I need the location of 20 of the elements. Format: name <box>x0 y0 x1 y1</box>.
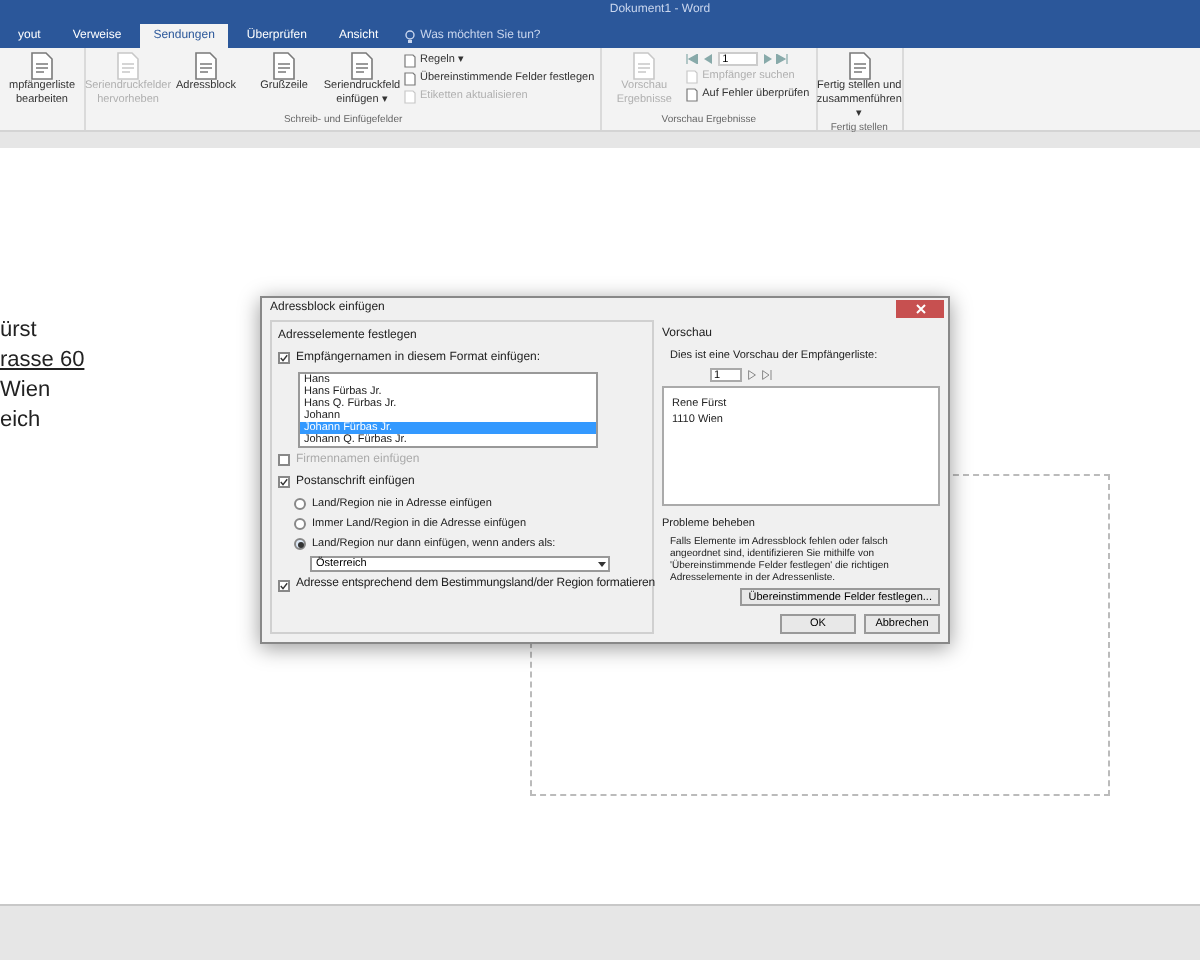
lightbulb-icon <box>404 29 417 43</box>
document-text: eich <box>0 406 43 436</box>
next-record-icon[interactable] <box>764 54 773 64</box>
last-record-icon[interactable] <box>776 54 789 64</box>
radio-button[interactable] <box>294 538 306 551</box>
document-text: Wien <box>0 376 53 406</box>
radio-button[interactable] <box>294 497 306 510</box>
close-icon <box>915 303 925 314</box>
last-record-icon[interactable] <box>762 369 772 380</box>
document-text: ürst <box>0 316 39 346</box>
checkmark-icon <box>280 354 288 362</box>
first-record-icon[interactable] <box>686 54 699 64</box>
document-text: rasse 60 <box>0 346 85 376</box>
radio-button[interactable] <box>294 517 306 530</box>
previous-record-icon[interactable] <box>704 54 713 64</box>
close-button[interactable] <box>896 299 944 318</box>
checkmark-icon <box>280 581 288 590</box>
checkmark-icon <box>280 478 288 486</box>
next-record-icon[interactable] <box>748 369 756 380</box>
dropdown-arrow-icon <box>596 558 608 571</box>
